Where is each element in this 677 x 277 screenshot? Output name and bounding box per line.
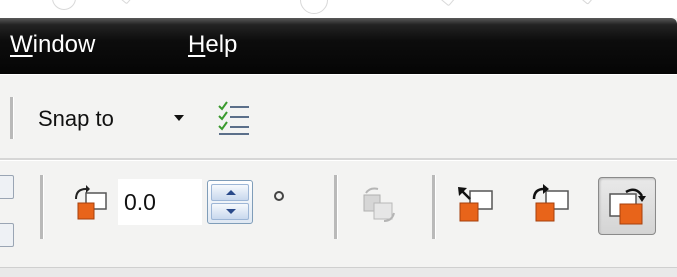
menu-window-mnemonic: W — [10, 31, 33, 58]
menu-help[interactable]: Help — [188, 26, 237, 64]
angle-spinner[interactable] — [207, 180, 253, 224]
toolbar-grip[interactable] — [10, 97, 14, 139]
toolbar-grip — [432, 175, 436, 239]
top-strip — [0, 0, 677, 18]
menu-help-mnemonic: H — [188, 31, 206, 58]
prev-spin-up[interactable] — [0, 175, 14, 199]
watermark-shape — [300, 0, 328, 14]
auto-rotate-button[interactable] — [598, 177, 656, 235]
watermark-shape — [439, 0, 457, 7]
spin-up-button[interactable] — [211, 184, 249, 201]
rotate-disabled-icon[interactable] — [360, 185, 400, 225]
rotation-toolbar: ° — [0, 161, 677, 267]
watermark-shape — [117, 0, 135, 5]
toolbar-grip — [334, 175, 338, 239]
degree-symbol: ° — [274, 191, 284, 201]
rotation-angle-input[interactable] — [118, 179, 202, 225]
snap-to-label: Snap to — [38, 106, 114, 131]
arrow-up-icon — [226, 190, 236, 195]
menu-help-label-rest: elp — [205, 31, 238, 58]
rotate-counterclockwise-icon[interactable] — [454, 183, 496, 227]
rotation-angle-icon — [75, 185, 107, 220]
rotate-clockwise-icon[interactable] — [530, 183, 572, 227]
menu-bar: Window Help — [0, 18, 677, 74]
arrow-down-icon — [226, 209, 236, 214]
spin-down-button[interactable] — [211, 203, 249, 220]
prev-spin-down[interactable] — [0, 223, 14, 247]
menu-window[interactable]: Window — [10, 26, 95, 64]
checklist-icon[interactable] — [216, 99, 252, 137]
auto-rotate-icon — [609, 188, 646, 225]
snap-toolbar: Snap to — [0, 74, 677, 159]
chevron-down-icon[interactable] — [174, 115, 184, 121]
toolbar-grip[interactable] — [40, 175, 44, 239]
watermark-shape — [52, 0, 76, 10]
menu-window-label-rest: indow — [32, 31, 96, 58]
watermark-shape — [577, 0, 597, 5]
